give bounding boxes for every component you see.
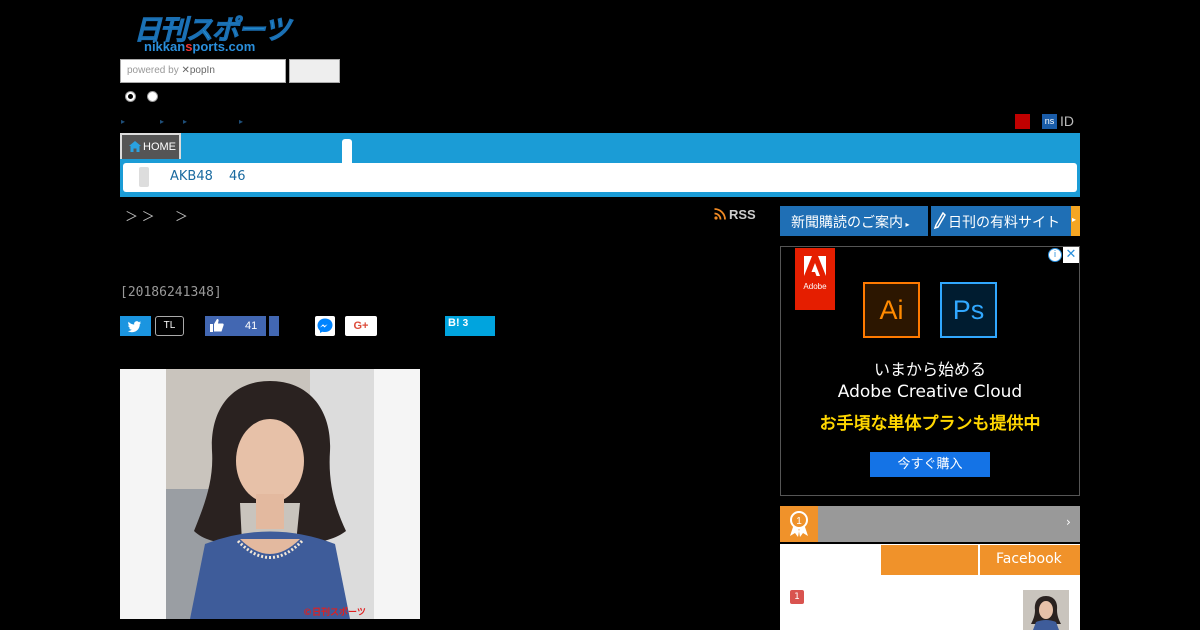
sub-nav-pill — [139, 167, 149, 187]
twitter-bird-icon — [127, 321, 141, 333]
article-datetime: [20186241348] — [120, 285, 222, 300]
search-input[interactable]: powered by ✕popIn — [120, 59, 286, 83]
hatena-label: B! — [448, 317, 460, 329]
ranking-badge: 1 — [780, 506, 818, 542]
ranking-thumbnail-image — [1031, 596, 1061, 630]
facebook-count: 41 — [245, 320, 258, 332]
ranking-tab-facebook[interactable]: Facebook — [980, 545, 1080, 575]
adobe-logo: Adobe — [795, 248, 835, 310]
pencil-icon — [934, 212, 946, 230]
ranking-badge-number: 1 — [796, 516, 802, 527]
ranking-header[interactable] — [780, 506, 1080, 542]
top-nav-marker[interactable]: ▸ — [183, 117, 187, 126]
search-placeholder: powered by ✕popIn — [127, 65, 215, 76]
hatena-bookmark-button[interactable]: B! 3 — [445, 316, 495, 336]
facebook-like-button[interactable]: 41 — [205, 316, 266, 336]
site-logo[interactable]: 日刊スポーツ nikkansports.com — [130, 8, 290, 56]
rss-label: RSS — [729, 207, 756, 222]
ad-info-icon[interactable]: i — [1048, 248, 1062, 262]
ad-line-3: お手頃な単体プランも提供中 — [819, 414, 1041, 434]
hatena-count: 3 — [462, 318, 469, 329]
tab-active-marker[interactable] — [342, 139, 352, 165]
rss-icon — [714, 208, 726, 220]
search-scope-radio-2[interactable] — [147, 91, 158, 102]
illustrator-icon: Ai — [863, 282, 920, 338]
home-icon — [129, 141, 141, 152]
tab-home-label: HOME — [143, 141, 176, 153]
rss-link[interactable]: RSS — [714, 207, 756, 222]
messenger-icon — [317, 318, 333, 333]
search-scope-radio-1[interactable] — [125, 91, 136, 102]
paid-site-arrow[interactable]: ▸ — [1071, 206, 1080, 236]
ranking-tab[interactable] — [881, 545, 978, 575]
thumbs-up-icon — [210, 319, 224, 332]
top-nav-marker[interactable]: ▸ — [239, 117, 243, 126]
top-nav-marker[interactable]: ▸ — [160, 117, 164, 126]
paid-site-label: 日刊の有料サイト — [948, 215, 1060, 231]
ad-close-icon[interactable]: ✕ — [1063, 247, 1079, 263]
adobe-brand-label: Adobe — [803, 282, 827, 291]
facebook-share-button[interactable] — [269, 316, 279, 336]
search-button[interactable] — [289, 59, 340, 83]
ranking-item-thumbnail[interactable] — [1023, 590, 1069, 630]
twitter-share-button[interactable] — [120, 316, 151, 336]
top-nav-marker[interactable]: ▸ — [121, 117, 125, 126]
arrow-right-icon: ▸ — [903, 220, 910, 229]
logo-en-text: nikkansports.com — [144, 39, 256, 54]
ranking-item-number: 1 — [790, 590, 804, 604]
subscribe-label: 新聞購読のご案内 — [791, 215, 903, 231]
tab-home[interactable]: HOME — [120, 133, 181, 159]
adobe-a-icon — [804, 256, 826, 276]
photoshop-icon: Ps — [940, 282, 997, 338]
article-photo[interactable] — [120, 369, 420, 619]
photo-credit: ©日刊スポーツ — [303, 608, 366, 618]
article-photo-image — [120, 369, 420, 619]
ad-buy-button[interactable]: 今すぐ購入 — [870, 452, 990, 477]
sub-nav-link-akb48[interactable]: AKB48 — [170, 169, 213, 184]
arrow-right-icon: ▸ — [1072, 215, 1077, 224]
ad-line-2: Adobe Creative Cloud — [837, 382, 1023, 402]
ribbon-medal-icon: 1 — [790, 511, 808, 537]
ns-badge-icon[interactable]: ns — [1042, 114, 1057, 129]
paid-site-link[interactable]: 日刊の有料サイト — [931, 206, 1080, 236]
ad-line-1: いまから始める — [873, 360, 986, 379]
messenger-button[interactable] — [315, 316, 335, 336]
twitter-timeline-button[interactable]: TL — [155, 316, 184, 336]
subscribe-link[interactable]: 新聞購読のご案内 ▸ — [780, 206, 928, 236]
login-id-link[interactable]: ID — [1060, 113, 1074, 129]
sub-nav: AKB48 46 — [123, 163, 1077, 192]
chevron-right-icon[interactable]: › — [1066, 515, 1071, 529]
google-plus-button[interactable]: G+ — [345, 316, 377, 336]
breadcrumb[interactable]: ＞ ＞ ＞ — [125, 206, 188, 225]
sub-nav-link-46[interactable]: 46 — [229, 169, 246, 184]
red-square-icon[interactable] — [1015, 114, 1030, 129]
